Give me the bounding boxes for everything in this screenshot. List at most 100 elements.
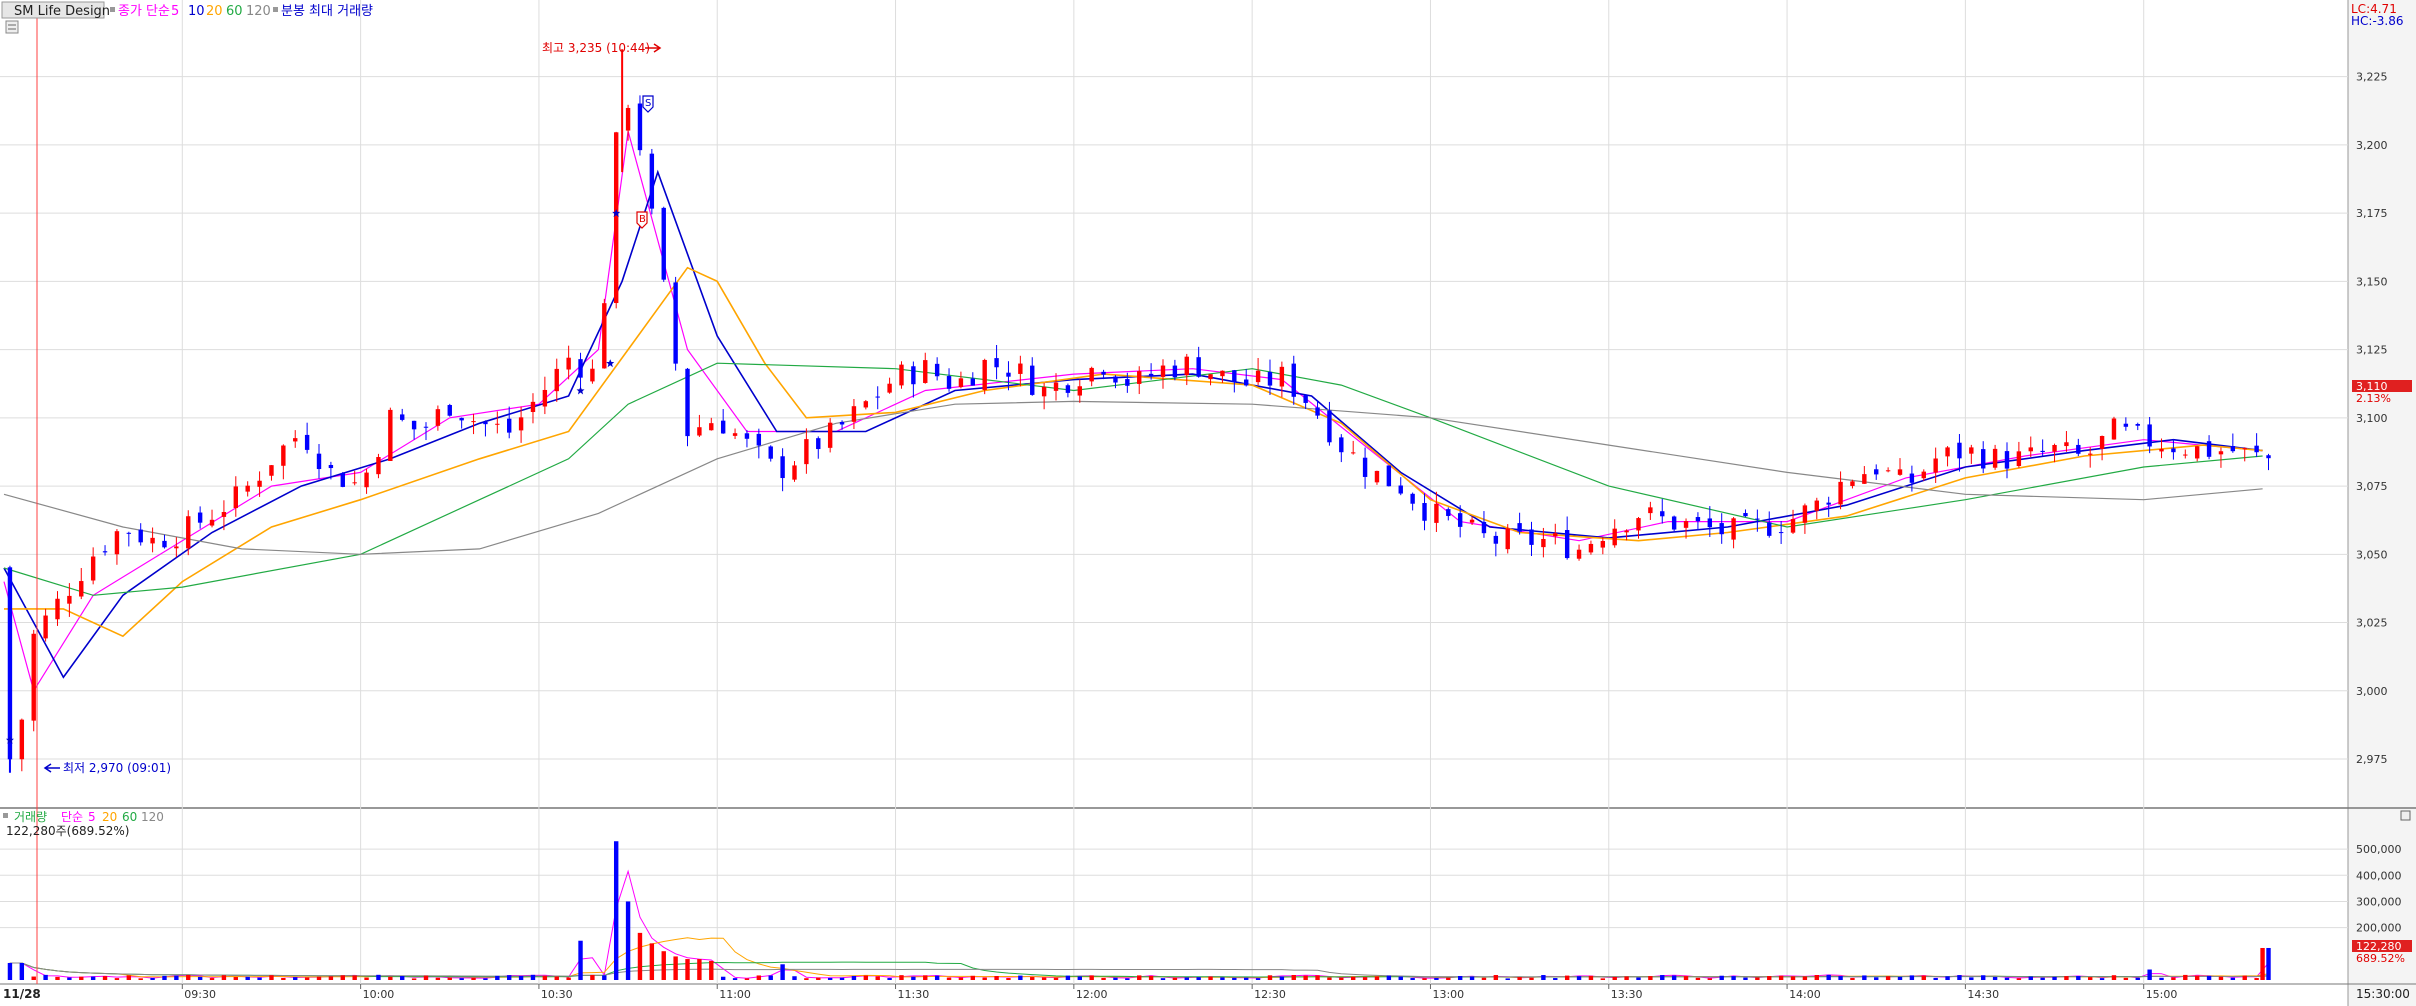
volume-bar <box>209 978 215 980</box>
low-annotation: 최저 2,970 (09:01) <box>63 761 171 775</box>
volume-bar <box>2254 978 2259 980</box>
volume-bar <box>1862 975 1867 980</box>
volume-ma-20: 20 <box>102 810 117 824</box>
volume-bar <box>1065 975 1071 980</box>
volume-bar <box>697 959 702 980</box>
volume-bar <box>1743 977 1748 980</box>
volume-bar <box>1446 977 1451 980</box>
volume-bar <box>114 978 120 980</box>
volume-bar <box>804 978 809 980</box>
volume-bar <box>1897 976 1903 980</box>
volume-bar <box>1279 976 1285 980</box>
volume-bar <box>744 978 750 980</box>
price-tick-label: 3,150 <box>2356 275 2388 288</box>
price-tick-label: 3,025 <box>2356 617 2388 630</box>
panel-menu-icon[interactable] <box>5 20 19 34</box>
volume-bar <box>2016 978 2022 980</box>
volume-bar <box>1410 978 1415 980</box>
volume-panel-toggle[interactable] <box>2400 810 2411 821</box>
volume-bar <box>1838 976 1843 980</box>
volume-bar <box>542 975 548 980</box>
volume-bar <box>221 975 227 980</box>
volume-bar <box>1148 975 1154 980</box>
volume-bar <box>1529 977 1534 980</box>
volume-bar <box>328 976 334 980</box>
volume-bar <box>2183 974 2188 980</box>
volume-bar <box>1933 977 1938 980</box>
volume-bar <box>982 977 987 980</box>
time-tick-label: 13:30 <box>1611 988 1643 1001</box>
ma-period-10: 10 <box>188 4 205 19</box>
candle <box>637 95 643 156</box>
volume-bar <box>245 976 250 980</box>
volume-bar <box>2076 976 2081 980</box>
volume-bar <box>2171 977 2176 980</box>
volume-bar <box>1909 975 1915 980</box>
current-price-pct: 2.13% <box>2356 392 2391 405</box>
volume-bar <box>1981 975 1986 980</box>
volume-bar <box>637 932 643 980</box>
volume-bar <box>90 976 96 980</box>
volume-bar <box>2004 977 2010 980</box>
price-tick-label: 3,125 <box>2356 344 2388 357</box>
volume-bar <box>661 951 666 980</box>
volume-bar <box>780 964 785 980</box>
volume-bar <box>2147 969 2152 980</box>
volume-bar <box>293 977 298 980</box>
volume-bar <box>649 943 655 980</box>
volume-bar <box>495 975 500 980</box>
candle <box>649 148 655 215</box>
time-tick-label: 09:30 <box>184 988 216 1001</box>
volume-bar <box>1671 975 1677 980</box>
volume-bar <box>197 976 203 980</box>
volume-bar <box>518 975 524 980</box>
volume-bar <box>887 978 892 980</box>
volume-bar <box>1255 978 1261 980</box>
volume-bar <box>994 976 999 980</box>
time-tick-label: 10:30 <box>541 988 573 1001</box>
volume-bar <box>1826 974 1831 980</box>
volume-bar <box>507 975 512 980</box>
volume-bar <box>792 976 797 980</box>
candle <box>602 298 607 369</box>
volume-bar <box>55 976 60 980</box>
volume-bar <box>590 974 595 980</box>
volume-tick-label: 400,000 <box>2356 869 2402 882</box>
volume-bar <box>554 976 559 980</box>
volume-bar <box>839 977 845 980</box>
volume-bar <box>720 976 726 980</box>
volume-bar <box>2242 975 2247 980</box>
volume-bar <box>1184 977 1189 980</box>
price-tick-label: 3,100 <box>2356 412 2388 425</box>
volume-bar <box>1992 977 1998 980</box>
volume-bar <box>1802 976 1808 980</box>
volume-bar <box>411 978 417 980</box>
volume-bar <box>1172 977 1178 980</box>
ma-period-60: 60 <box>226 4 243 19</box>
volume-bar <box>1576 976 1582 980</box>
volume-bar <box>1600 978 1606 980</box>
volume-bar <box>530 974 536 980</box>
volume-bar <box>43 974 48 980</box>
volume-bar <box>768 975 773 980</box>
volume-bar <box>1077 976 1082 980</box>
volume-bar <box>1612 976 1617 980</box>
volume-bar <box>1755 977 1760 980</box>
volume-bar <box>1707 978 1713 980</box>
volume-bar <box>1113 977 1118 980</box>
candle <box>1671 515 1677 532</box>
volume-bar <box>709 960 714 980</box>
volume-bar <box>911 976 916 980</box>
volume-tick-label: 200,000 <box>2356 922 2402 935</box>
volume-bar <box>340 975 345 980</box>
volume-bar <box>1921 975 1926 980</box>
volume-bar <box>899 975 904 980</box>
volume-bar <box>863 975 869 980</box>
volume-bar <box>352 975 357 980</box>
volume-bar <box>2040 977 2045 980</box>
volume-bar <box>1660 975 1665 980</box>
volume-bar <box>566 977 571 980</box>
current-volume-pct: 689.52% <box>2356 952 2405 965</box>
volume-bar <box>162 975 167 980</box>
volume-bar <box>851 975 857 980</box>
